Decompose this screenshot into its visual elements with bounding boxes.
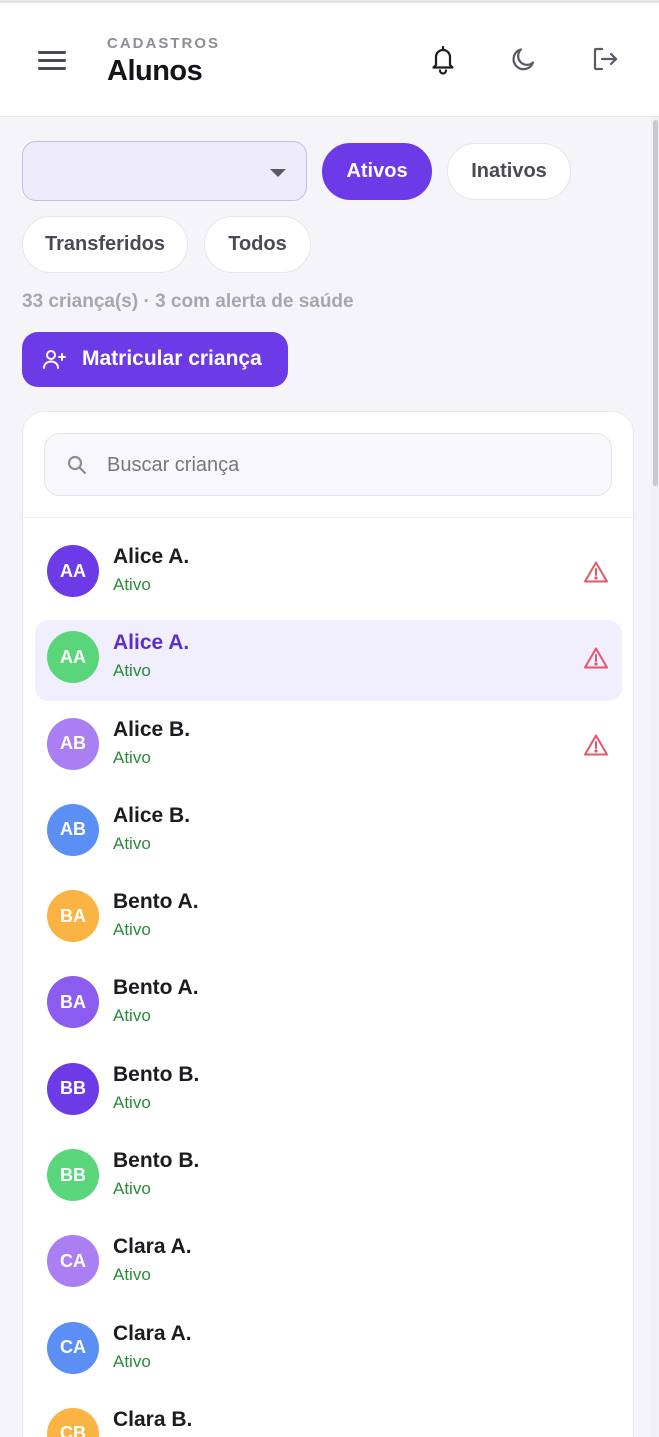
- student-name: Bento B.: [113, 1149, 200, 1173]
- student-name: Bento B.: [113, 1062, 200, 1086]
- avatar: AA: [47, 545, 99, 597]
- student-status: Ativo: [113, 1006, 151, 1026]
- student-status: Ativo: [113, 1092, 151, 1112]
- filter-chip-todos[interactable]: Todos: [204, 216, 311, 273]
- avatar: AB: [47, 717, 99, 770]
- student-name: Alice A.: [113, 545, 190, 568]
- student-name: Alice B.: [113, 717, 191, 741]
- menu-bar: [38, 59, 66, 62]
- student-name: Clara A.: [113, 1321, 192, 1345]
- student-row[interactable]: CA Clara A. Ativo: [35, 1220, 622, 1306]
- section-overline: CADASTROS: [107, 35, 221, 52]
- scrollbar-thumb[interactable]: [653, 120, 658, 486]
- caret-down-icon: [270, 169, 286, 177]
- student-status: Ativo: [113, 1265, 151, 1285]
- avatar: BB: [47, 1062, 99, 1115]
- filter-chip-ativos[interactable]: Ativos: [322, 143, 432, 200]
- student-row[interactable]: CA Clara A. Ativo: [35, 1307, 622, 1393]
- divider: [23, 517, 633, 518]
- page-title: Alunos: [107, 55, 203, 87]
- student-name: Alice B.: [113, 803, 191, 827]
- student-row[interactable]: BA Bento A. Ativo: [35, 961, 622, 1047]
- user-plus-icon: [41, 347, 67, 373]
- student-row[interactable]: CBClara B.Ativo: [35, 1393, 622, 1437]
- avatar: BA: [47, 890, 99, 943]
- avatar: AB: [47, 803, 99, 856]
- search-icon: [65, 453, 89, 477]
- student-name: Clara A.: [113, 1235, 192, 1259]
- health-alert-icon[interactable]: [583, 646, 609, 670]
- student-status: Ativo: [113, 1351, 151, 1371]
- student-row[interactable]: BA Bento A. Ativo: [35, 875, 622, 961]
- avatar: CA: [47, 1235, 99, 1288]
- filter-chip-inativos[interactable]: Inativos: [447, 143, 571, 200]
- student-status: Ativo: [113, 575, 151, 594]
- avatar: CA: [47, 1321, 99, 1374]
- student-row[interactable]: AB Alice B. Ativo: [35, 789, 622, 875]
- search-box[interactable]: [44, 433, 612, 496]
- enroll-child-label: Matricular criança: [82, 347, 262, 370]
- student-name: Alice A.: [113, 631, 190, 655]
- student-row[interactable]: BB Bento B. Ativo: [35, 1048, 622, 1134]
- student-list-card: AA Alice A. Ativo AA Alice A. Ativo AB Alice B.…: [22, 411, 634, 1437]
- bell-icon[interactable]: [427, 43, 459, 75]
- logout-icon[interactable]: [589, 43, 621, 75]
- moon-icon[interactable]: [508, 43, 540, 75]
- student-status: Ativo: [113, 747, 151, 767]
- student-status: Ativo: [113, 1179, 151, 1199]
- student-row[interactable]: AA Alice A. Ativo: [35, 616, 622, 702]
- menu-bar: [38, 67, 66, 70]
- class-select[interactable]: [22, 141, 307, 201]
- student-row[interactable]: AB Alice B. Ativo: [35, 703, 622, 789]
- app-header: CADASTROS Alunos: [0, 3, 659, 117]
- student-status: Ativo: [113, 833, 151, 853]
- avatar: AA: [47, 631, 99, 684]
- student-row[interactable]: BB Bento B. Ativo: [35, 1134, 622, 1220]
- search-input[interactable]: [107, 444, 597, 486]
- student-list: AA Alice A. Ativo AA Alice A. Ativo AB Alice B.…: [35, 530, 622, 1437]
- avatar: BB: [47, 1149, 99, 1202]
- student-row[interactable]: AA Alice A. Ativo: [35, 530, 622, 616]
- health-alert-icon[interactable]: [583, 733, 609, 757]
- enroll-child-button[interactable]: Matricular criança: [22, 332, 288, 387]
- student-name: Bento A.: [113, 976, 199, 1000]
- student-name: Bento A.: [113, 890, 199, 914]
- menu-bar: [38, 51, 66, 54]
- student-status: Ativo: [113, 661, 151, 681]
- student-status: Ativo: [113, 920, 151, 940]
- health-alert-icon[interactable]: [583, 560, 609, 584]
- filter-chip-transferidos[interactable]: Transferidos: [22, 216, 188, 273]
- menu-icon[interactable]: [36, 47, 68, 75]
- summary-count: 33 criança(s) · 3 com alerta de saúde: [22, 291, 354, 312]
- student-name: Clara B.: [113, 1407, 193, 1431]
